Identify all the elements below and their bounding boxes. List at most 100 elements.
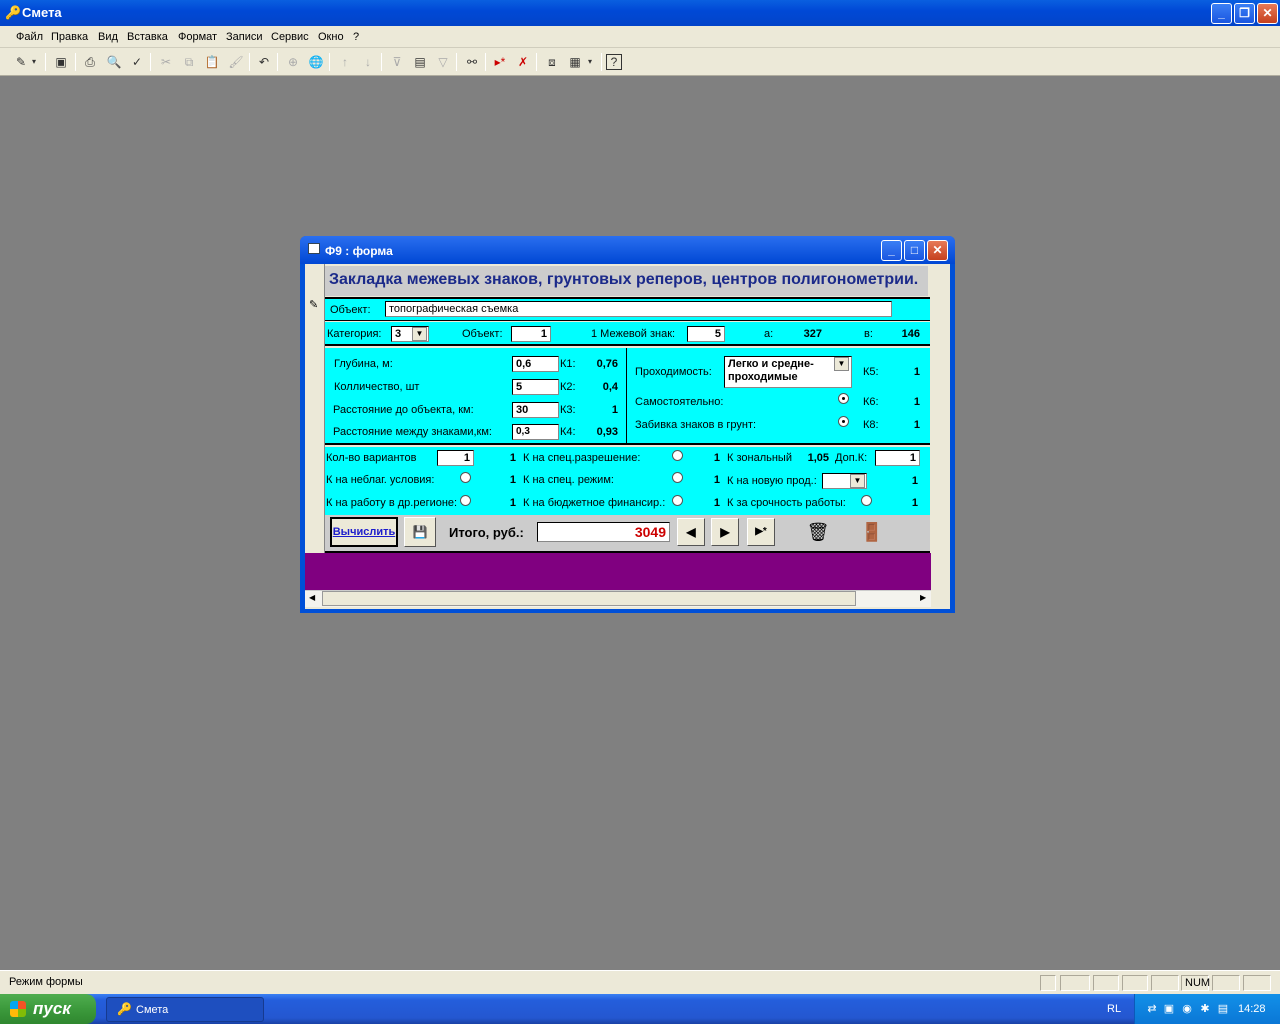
spec-mode-radio[interactable] [672, 472, 683, 483]
drive-radio[interactable] [838, 416, 849, 427]
mark-label: 1 Межевой знак: [591, 328, 676, 340]
menu-file[interactable]: Файл [16, 31, 43, 43]
new-prod-label: К на новую прод.: [727, 475, 817, 487]
scrollbar-thumb[interactable] [322, 591, 856, 606]
new-record-button[interactable]: ▶* [747, 518, 775, 546]
database-window-icon[interactable]: ⧈ [542, 52, 562, 72]
form-minimize-button[interactable]: _ [881, 240, 902, 261]
exit-door-icon[interactable]: 🚪 [857, 518, 887, 548]
menu-edit[interactable]: Правка [51, 31, 88, 43]
paste-icon[interactable]: 📋 [202, 52, 222, 72]
form-close-button[interactable]: ✕ [927, 240, 948, 261]
variants-field[interactable]: 1 [437, 450, 474, 466]
display-icon[interactable]: ▣ [1162, 1002, 1176, 1016]
security-icon[interactable]: ◉ [1180, 1002, 1194, 1016]
key-icon: 🔑 [117, 1002, 132, 1016]
adverse-radio[interactable] [460, 472, 471, 483]
sort-descending-icon[interactable]: ↓ [358, 52, 378, 72]
format-painter-icon[interactable]: 🖌 [226, 52, 246, 72]
design-view-icon[interactable]: ✎ [11, 52, 31, 72]
hyperlink-icon[interactable]: ⊕ [283, 52, 303, 72]
status-panel [1151, 975, 1179, 991]
close-button[interactable]: ✕ [1257, 3, 1278, 24]
object-field[interactable]: топографическая съемка [385, 301, 892, 317]
new-record-icon[interactable]: ▸* [490, 52, 510, 72]
delete-record-icon[interactable]: ✗ [513, 52, 533, 72]
sort-ascending-icon[interactable]: ↑ [335, 52, 355, 72]
menu-window[interactable]: Окно [318, 31, 344, 43]
depth-field[interactable]: 0,6 [512, 356, 559, 372]
form-maximize-button[interactable]: □ [904, 240, 925, 261]
between-field[interactable]: 0,3 [512, 424, 559, 440]
distance-field[interactable]: 30 [512, 402, 559, 418]
minimize-button[interactable]: _ [1211, 3, 1232, 24]
filter-by-selection-icon[interactable]: ⊽ [387, 52, 407, 72]
self-radio[interactable] [838, 393, 849, 404]
region-radio[interactable] [460, 495, 471, 506]
urgent-label: К за срочность работы: [727, 497, 846, 509]
v-value: 146 [901, 328, 920, 340]
object-count-field[interactable]: 1 [511, 326, 551, 342]
chevron-down-icon[interactable]: ▼ [834, 357, 849, 371]
extra-label: Доп.К: [835, 452, 868, 464]
network-icon[interactable]: ⇄ [1145, 1002, 1159, 1016]
menu-tools[interactable]: Сервис [271, 31, 309, 43]
qty-field[interactable]: 5 [512, 379, 559, 395]
cut-icon[interactable]: ✂ [156, 52, 176, 72]
web-toolbar-icon[interactable]: 🌐 [306, 52, 326, 72]
save-record-icon[interactable]: 💾 [404, 517, 436, 547]
restore-button[interactable]: ❐ [1234, 3, 1255, 24]
chevron-down-icon[interactable]: ▼ [412, 327, 427, 341]
help-icon[interactable]: ? [606, 54, 622, 70]
language-indicator[interactable]: RL [1107, 1003, 1121, 1015]
passability-select[interactable]: Легко и средне-проходимые [724, 356, 852, 388]
calculate-button[interactable]: Вычислить [330, 517, 398, 547]
category-label: Категория: [327, 328, 382, 340]
status-panel [1040, 975, 1056, 991]
print-icon[interactable]: ⎙ [80, 52, 100, 72]
find-icon[interactable]: ⚯ [462, 52, 482, 72]
previous-record-button[interactable]: ◀ [677, 518, 705, 546]
scroll-right-icon[interactable]: ▶ [920, 593, 926, 602]
start-button[interactable]: пуск [0, 994, 96, 1024]
undo-icon[interactable]: ↶ [254, 52, 274, 72]
trash-icon[interactable]: 🗑 [803, 518, 833, 548]
a-label: а: [764, 328, 774, 340]
chevron-down-icon[interactable]: ▼ [850, 474, 865, 488]
variants-k: 1 [509, 452, 516, 464]
urgent-radio[interactable] [861, 495, 872, 506]
a-value: 327 [803, 328, 822, 340]
antivirus-icon[interactable]: ✱ [1198, 1002, 1212, 1016]
status-panel [1122, 975, 1148, 991]
status-panel [1212, 975, 1240, 991]
copy-icon[interactable]: ⧉ [179, 52, 199, 72]
spec-perm-label: К на спец.разрешение: [523, 452, 641, 464]
save-icon[interactable]: ▣ [51, 52, 71, 72]
menu-insert[interactable]: Вставка [127, 31, 168, 43]
k5-value: 1 [913, 366, 920, 378]
chevron-down-icon[interactable]: ▾ [585, 52, 595, 72]
budget-radio[interactable] [672, 495, 683, 506]
next-record-button[interactable]: ▶ [711, 518, 739, 546]
status-panel [1093, 975, 1119, 991]
chevron-down-icon[interactable]: ▾ [29, 52, 39, 72]
messenger-icon[interactable]: ▤ [1216, 1002, 1230, 1016]
new-object-icon[interactable]: ▦ [565, 52, 585, 72]
menu-format[interactable]: Формат [178, 31, 217, 43]
spec-perm-radio[interactable] [672, 450, 683, 461]
taskbar-item-smeta[interactable]: 🔑 Смета [106, 997, 264, 1022]
filter-by-form-icon[interactable]: ▤ [410, 52, 430, 72]
toolbar: ✎ ▾ ▣ ⎙ 🔍 ✓ ✂ ⧉ 📋 🖌 ↶ ⊕ 🌐 ↑ ↓ ⊽ ▤ ▽ ⚯ ▸*… [0, 48, 1280, 76]
app-title: Смета [22, 5, 62, 20]
menu-view[interactable]: Вид [98, 31, 118, 43]
menu-help[interactable]: ? [353, 31, 359, 43]
k6-label: К6: [863, 396, 879, 408]
k8-label: К8: [863, 419, 879, 431]
print-preview-icon[interactable]: 🔍 [104, 52, 124, 72]
extra-field[interactable]: 1 [875, 450, 920, 466]
menu-records[interactable]: Записи [226, 31, 263, 43]
mark-field[interactable]: 5 [687, 326, 725, 342]
apply-filter-icon[interactable]: ▽ [433, 52, 453, 72]
scroll-left-icon[interactable]: ◀ [309, 593, 315, 602]
spelling-icon[interactable]: ✓ [127, 52, 147, 72]
